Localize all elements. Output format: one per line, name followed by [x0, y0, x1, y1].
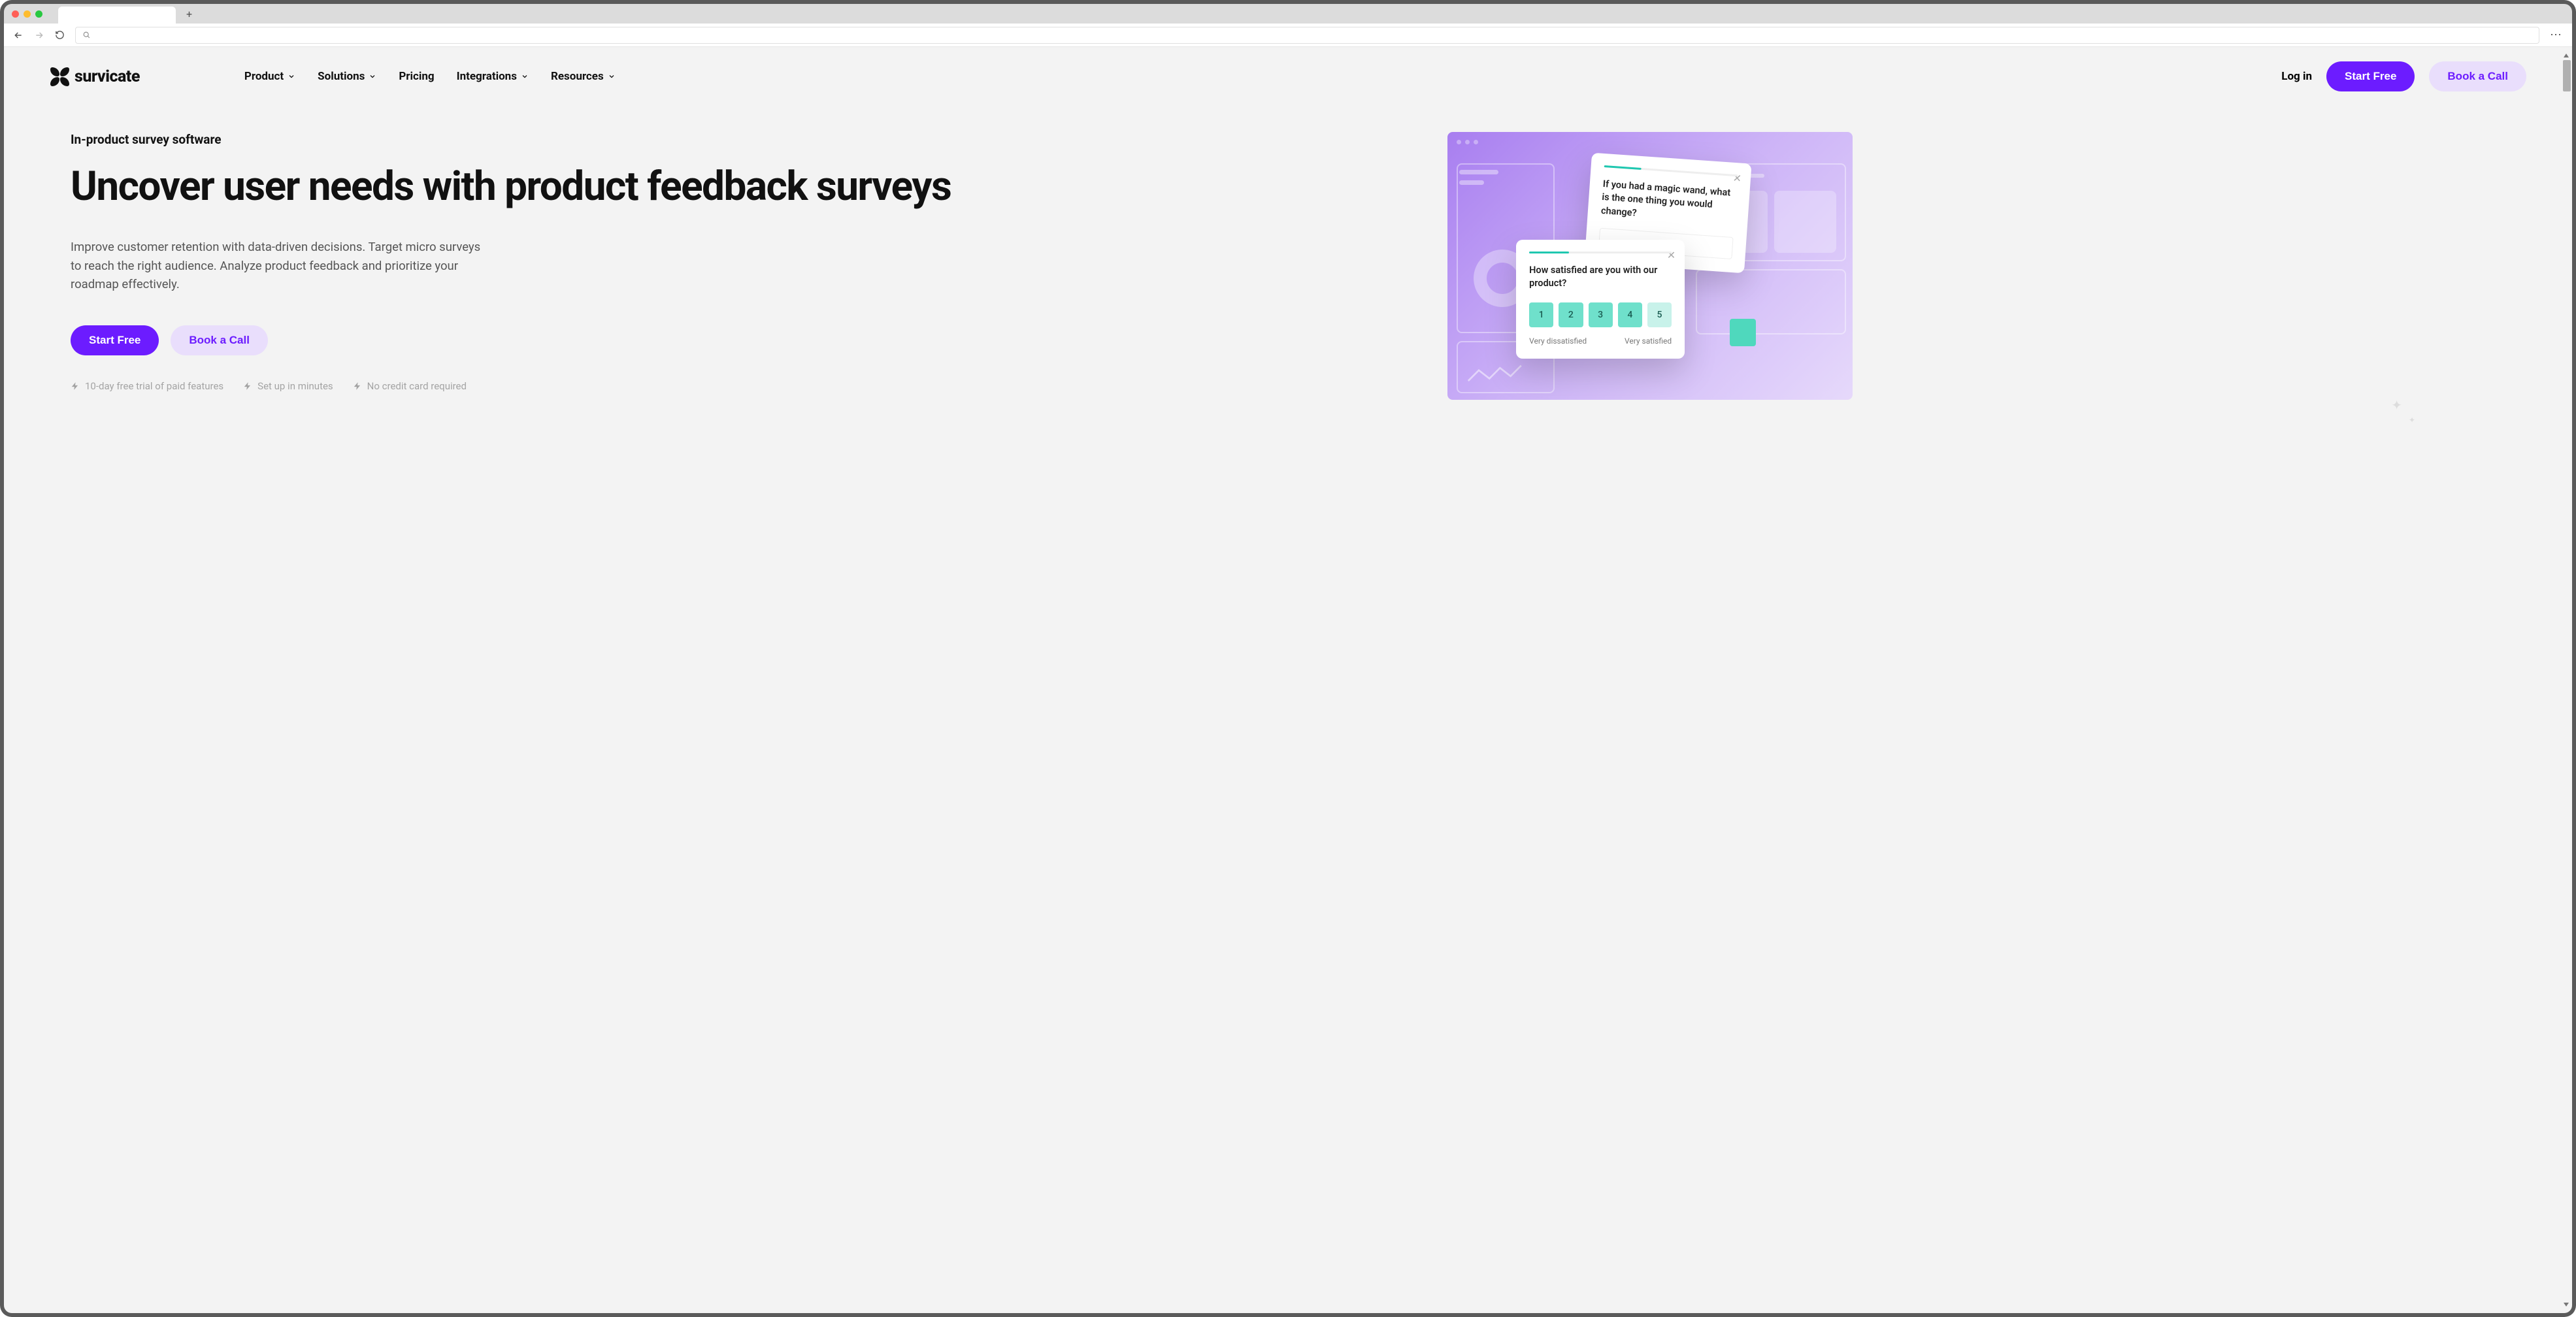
forward-button[interactable]: [34, 30, 44, 41]
chevron-down-icon: [608, 73, 616, 80]
window-controls: [12, 10, 42, 18]
minimize-window-icon[interactable]: [24, 10, 31, 18]
survey-card-satisfaction: ✕ How satisfied are you with our product…: [1516, 240, 1685, 359]
rating-option-1: 1: [1529, 302, 1553, 327]
header-actions: Log in Start Free Book a Call: [2281, 61, 2526, 91]
hero-content: In-product survey software Uncover user …: [71, 132, 1421, 406]
rating-option-2: 2: [1559, 302, 1583, 327]
rating-option-3: 3: [1589, 302, 1613, 327]
rating-labels: Very dissatisfied Very satisfied: [1529, 336, 1672, 346]
address-bar[interactable]: [75, 27, 2539, 44]
main-nav: Product Solutions Pricing Integrations: [244, 70, 616, 83]
bolt-icon: [71, 382, 80, 391]
nav-pricing[interactable]: Pricing: [399, 70, 434, 83]
browser-frame: + ⋯ su: [0, 0, 2576, 1317]
wireframe-block: [1774, 191, 1836, 253]
line-chart-icon: [1467, 362, 1526, 388]
progress-bar: [1604, 165, 1738, 176]
nav-resources[interactable]: Resources: [551, 70, 616, 83]
chevron-down-icon: [521, 73, 529, 80]
trust-text: Set up in minutes: [257, 380, 333, 392]
hero-start-free-button[interactable]: Start Free: [71, 325, 159, 355]
trust-item: Set up in minutes: [243, 380, 333, 392]
browser-tab[interactable]: [58, 7, 176, 24]
trust-row: 10-day free trial of paid features Set u…: [71, 380, 1421, 392]
hero-book-call-button[interactable]: Book a Call: [171, 325, 268, 355]
nav-integrations[interactable]: Integrations: [457, 70, 529, 83]
hero-description: Improve customer retention with data-dri…: [71, 238, 489, 294]
new-tab-button[interactable]: +: [186, 8, 192, 20]
browser-chrome: + ⋯: [4, 4, 2572, 47]
bolt-icon: [243, 382, 252, 391]
window-dots-icon: [1457, 140, 1478, 144]
rating-option-4: 4: [1618, 302, 1642, 327]
green-block: [1730, 319, 1756, 346]
rating-label-high: Very satisfied: [1625, 336, 1672, 346]
scroll-down-icon[interactable]: [2563, 1301, 2569, 1308]
rating-option-5: 5: [1647, 302, 1672, 327]
tab-row: +: [4, 4, 2572, 24]
start-free-button[interactable]: Start Free: [2326, 61, 2415, 91]
site-header: survicate Product Solutions Pricing: [4, 47, 2572, 106]
maximize-window-icon[interactable]: [35, 10, 42, 18]
browser-toolbar: ⋯: [4, 24, 2572, 47]
nav-label: Integrations: [457, 70, 517, 83]
chevron-down-icon: [288, 73, 295, 80]
trust-item: 10-day free trial of paid features: [71, 380, 223, 392]
survey-question: How satisfied are you with our product?: [1529, 264, 1672, 291]
close-icon: ✕: [1667, 249, 1676, 261]
trust-text: No credit card required: [367, 380, 467, 392]
sparkle-icon: ✦: [2409, 415, 2415, 425]
survey-question: If you had a magic wand, what is the one…: [1600, 178, 1737, 227]
bolt-icon: [353, 382, 362, 391]
sparkle-icon: ✦: [2391, 397, 2402, 413]
logo[interactable]: survicate: [50, 67, 140, 86]
scroll-up-icon[interactable]: [2563, 52, 2569, 59]
nav-solutions[interactable]: Solutions: [318, 70, 376, 83]
rating-label-low: Very dissatisfied: [1529, 336, 1587, 346]
logo-icon: [50, 67, 69, 86]
trust-item: No credit card required: [353, 380, 467, 392]
browser-menu-button[interactable]: ⋯: [2550, 28, 2563, 42]
hero-eyebrow: In-product survey software: [71, 132, 1421, 147]
scrollbar-thumb[interactable]: [2563, 60, 2571, 91]
book-call-button[interactable]: Book a Call: [2429, 61, 2526, 91]
nav-label: Pricing: [399, 70, 434, 83]
hero-title: Uncover user needs with product feedback…: [71, 165, 1421, 209]
page-content: survicate Product Solutions Pricing: [4, 47, 2572, 1313]
back-button[interactable]: [13, 30, 24, 41]
reload-button[interactable]: [55, 30, 65, 40]
rating-row: 1 2 3 4 5: [1529, 302, 1672, 327]
progress-bar: [1529, 252, 1672, 253]
wireframe-panel: [1696, 269, 1846, 334]
chevron-down-icon: [369, 73, 376, 80]
nav-label: Resources: [551, 70, 604, 83]
logo-text: survicate: [74, 67, 140, 86]
hero-illustration: ✕ If you had a magic wand, what is the o…: [1447, 132, 2572, 406]
hero-ctas: Start Free Book a Call: [71, 325, 1421, 355]
illustration-background: ✕ If you had a magic wand, what is the o…: [1447, 132, 1853, 400]
viewport: survicate Product Solutions Pricing: [4, 47, 2572, 1313]
hero-section: In-product survey software Uncover user …: [4, 106, 2572, 406]
close-window-icon[interactable]: [12, 10, 19, 18]
scrollbar[interactable]: [2563, 51, 2571, 1309]
login-link[interactable]: Log in: [2281, 70, 2312, 83]
nav-label: Solutions: [318, 70, 365, 83]
search-icon: [82, 31, 91, 39]
nav-label: Product: [244, 70, 284, 83]
close-icon: ✕: [1732, 172, 1742, 185]
nav-product[interactable]: Product: [244, 70, 295, 83]
trust-text: 10-day free trial of paid features: [85, 380, 223, 392]
